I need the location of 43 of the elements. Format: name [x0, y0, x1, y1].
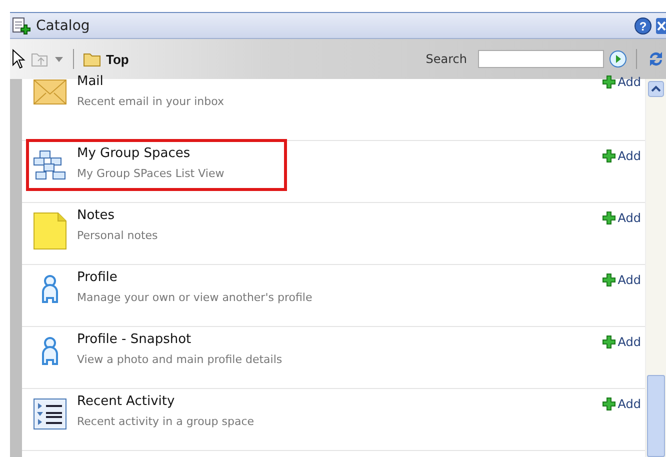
scroll-up-icon[interactable] — [648, 81, 664, 97]
plus-icon — [602, 273, 616, 287]
cursor-icon — [12, 49, 26, 69]
network-boxes-icon — [33, 150, 67, 182]
plus-icon — [602, 149, 616, 163]
folder-icon — [83, 52, 101, 66]
item-name: Notes — [77, 208, 116, 223]
item-description: My Group SPaces List View — [77, 167, 224, 180]
item-name: My Group Spaces — [77, 146, 192, 161]
folder-up-icon[interactable] — [31, 51, 49, 67]
breadcrumb[interactable]: Top — [106, 52, 129, 66]
item-name: Recent Activity — [77, 394, 176, 409]
list-icon — [33, 398, 67, 430]
add-link[interactable]: Add — [602, 149, 641, 163]
item-description: Recent activity in a group space — [77, 415, 254, 428]
add-link[interactable]: Add — [602, 273, 641, 287]
window-title: Catalog — [36, 18, 90, 34]
item-name: Profile - Snapshot — [77, 332, 192, 347]
item-name: Mail — [77, 74, 104, 89]
scrollbar[interactable] — [645, 79, 666, 457]
search-label: Search — [426, 52, 467, 66]
note-icon — [33, 212, 67, 250]
plus-icon — [602, 211, 616, 225]
add-link[interactable]: Add — [602, 397, 641, 411]
envelope-icon — [33, 78, 67, 106]
close-icon[interactable] — [656, 16, 666, 34]
item-description: Personal notes — [77, 229, 158, 242]
catalog-add-icon — [12, 16, 32, 34]
dropdown-caret-icon[interactable] — [54, 55, 64, 63]
help-icon[interactable]: ? — [634, 16, 652, 34]
plus-icon — [602, 75, 616, 89]
item-description: Manage your own or view another's profile — [77, 291, 312, 304]
item-name: Profile — [77, 270, 118, 285]
search-field[interactable] — [478, 50, 604, 68]
add-link[interactable]: Add — [602, 75, 641, 89]
plus-icon — [602, 397, 616, 411]
go-icon[interactable] — [609, 50, 627, 68]
item-description: Recent email in your inbox — [77, 95, 224, 108]
add-link[interactable]: Add — [602, 335, 641, 349]
item-description: View a photo and main profile details — [77, 353, 282, 366]
add-link[interactable]: Add — [602, 211, 641, 225]
scroll-thumb[interactable] — [647, 375, 665, 457]
plus-icon — [602, 335, 616, 349]
